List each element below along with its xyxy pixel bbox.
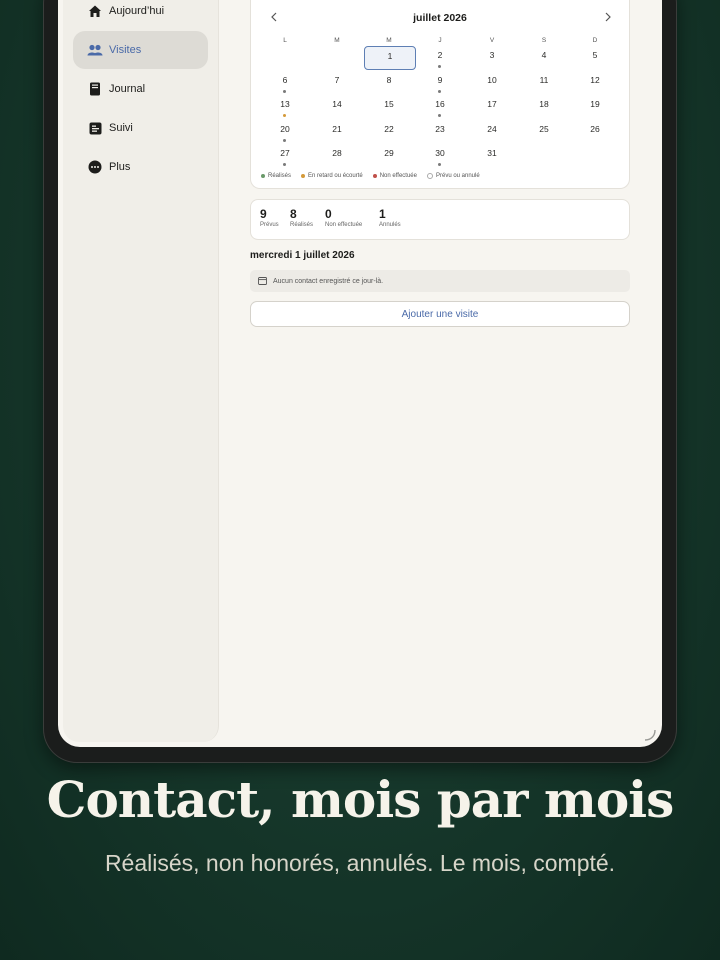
calendar-day[interactable]: 8 xyxy=(364,71,414,93)
app-screen: Aujourd’hui Visites Journal Suivi Plus j… xyxy=(58,0,662,747)
calendar-day[interactable]: 6 xyxy=(260,71,310,93)
sidebar-item-label: Aujourd’hui xyxy=(109,5,165,17)
calendar-day[interactable]: 26 xyxy=(570,120,620,142)
book-icon xyxy=(87,81,103,97)
legend-dot xyxy=(261,174,265,178)
calendar-day[interactable]: 14 xyxy=(312,95,362,117)
day-status-dot xyxy=(283,90,286,93)
weekday-label: M xyxy=(334,37,340,44)
legend-dot xyxy=(372,174,377,178)
chevron-right-icon xyxy=(605,12,611,22)
month-stats-card: 9 Prévus 8 Réalisés 0 Non effectuée 1 Annulé… xyxy=(250,199,630,240)
calendar-day[interactable]: 17 xyxy=(467,95,517,117)
calendar-day[interactable]: 28 xyxy=(312,144,362,166)
sidebar-item-plus[interactable]: Plus xyxy=(73,148,208,186)
weekday-label: L xyxy=(283,37,287,44)
weekday-label: M xyxy=(386,37,392,44)
legend-dot xyxy=(426,173,433,179)
sidebar-item-label: Visites xyxy=(109,44,142,56)
sidebar-item-aujourdhui[interactable]: Aujourd’hui xyxy=(73,0,208,30)
calendar-day[interactable]: 23 xyxy=(415,120,465,142)
more-icon xyxy=(87,159,103,175)
calendar-day[interactable]: 25 xyxy=(519,120,569,142)
weekday-label: S xyxy=(541,37,547,44)
sidebar-item-label: Plus xyxy=(109,161,131,173)
calendar-legend: Réalisés En retard ou écourté Non effect… xyxy=(261,173,480,179)
calendar-day[interactable]: 9 xyxy=(415,71,465,93)
tracking-icon xyxy=(87,120,103,136)
calendar-day[interactable]: 19 xyxy=(570,95,620,117)
next-month-button[interactable] xyxy=(599,8,617,26)
empty-state: Aucun contact enregistré ce jour-là. xyxy=(250,270,630,292)
legend-item: En retard ou écourté xyxy=(301,173,363,179)
sidebar: Aujourd’hui Visites Journal Suivi Plus xyxy=(63,0,219,742)
day-status-dot xyxy=(283,139,286,142)
calendar-day[interactable]: 21 xyxy=(312,120,362,142)
month-title: juillet 2026 xyxy=(413,12,467,24)
sidebar-item-suivi[interactable]: Suivi xyxy=(73,109,208,147)
calendar-day[interactable]: 30 xyxy=(415,144,465,166)
marketing-subline: Réalisés, non honorés, annulés. Le mois,… xyxy=(104,850,616,876)
calendar-day[interactable]: 18 xyxy=(519,95,569,117)
calendar-day[interactable]: 29 xyxy=(364,144,414,166)
resize-corner-icon xyxy=(644,729,656,741)
calendar-day[interactable]: 7 xyxy=(312,71,362,93)
calendar-day[interactable]: 5 xyxy=(570,46,620,68)
sidebar-item-label: Suivi xyxy=(109,122,133,134)
legend-item: Prévu ou annulé xyxy=(426,173,480,179)
calendar-card: juillet 2026 L M M J V S D 1 2 3 4 5 6 7… xyxy=(250,0,630,189)
day-status-dot xyxy=(438,163,441,166)
sidebar-item-label: Journal xyxy=(109,83,146,95)
sidebar-item-journal[interactable]: Journal xyxy=(73,70,208,108)
weekday-label: V xyxy=(489,37,495,44)
stat-realises: 8 Réalisés xyxy=(290,207,314,228)
day-status-dot xyxy=(438,65,441,68)
calendar-day[interactable]: 4 xyxy=(519,46,569,68)
marketing-headline: Contact, mois par mois xyxy=(46,770,675,829)
legend-item: Réalisés xyxy=(261,173,291,179)
add-visit-button[interactable]: Ajouter une visite xyxy=(250,301,630,327)
empty-state-text: Aucun contact enregistré ce jour-là. xyxy=(273,277,384,285)
calendar-day-selected[interactable]: 1 xyxy=(364,46,416,70)
weekday-label: J xyxy=(438,37,442,44)
legend-item: Non effectuée xyxy=(372,173,417,179)
stat-non-effectuee: 0 Non effectuée xyxy=(325,207,363,228)
calendar-day[interactable]: 27 xyxy=(260,144,310,166)
calendar-day[interactable]: 15 xyxy=(364,95,414,117)
people-icon xyxy=(87,42,103,58)
calendar-day[interactable]: 11 xyxy=(519,71,569,93)
day-status-dot xyxy=(438,90,441,93)
home-icon xyxy=(87,3,103,19)
calendar-day[interactable]: 3 xyxy=(467,46,517,68)
sidebar-item-visites[interactable]: Visites xyxy=(73,31,208,69)
weekday-label: D xyxy=(592,37,598,44)
calendar-day[interactable]: 20 xyxy=(260,120,310,142)
day-status-dot xyxy=(283,114,286,117)
calendar-day[interactable]: 16 xyxy=(415,95,465,117)
calendar-day[interactable]: 2 xyxy=(415,46,465,68)
calendar-icon xyxy=(258,277,267,285)
day-status-dot xyxy=(438,114,441,117)
calendar-day[interactable]: 12 xyxy=(570,71,620,93)
calendar-day[interactable]: 22 xyxy=(364,120,414,142)
stat-annules: 1 Annulés xyxy=(379,207,401,228)
day-status-dot xyxy=(283,163,286,166)
calendar-day[interactable]: 24 xyxy=(467,120,517,142)
calendar-day[interactable]: 10 xyxy=(467,71,517,93)
selected-day-title: mercredi 1 juillet 2026 xyxy=(250,250,355,261)
calendar-day[interactable]: 31 xyxy=(467,144,517,166)
legend-dot xyxy=(301,174,306,178)
stat-prevus: 9 Prévus xyxy=(260,207,279,228)
calendar-day[interactable]: 13 xyxy=(260,95,310,117)
